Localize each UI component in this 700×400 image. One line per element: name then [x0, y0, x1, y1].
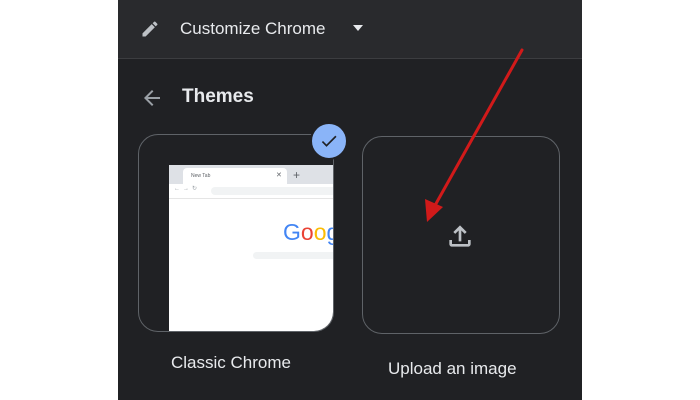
preview-omnibox — [211, 187, 333, 195]
arrow-back-icon[interactable] — [140, 86, 164, 110]
upload-icon — [449, 225, 471, 247]
classic-chrome-label: Classic Chrome — [171, 353, 291, 372]
classic-chrome-theme-card[interactable]: New Tab ✕ + ←→↻ Goog — [138, 134, 334, 332]
upload-image-label: Upload an image — [388, 359, 517, 378]
classic-chrome-preview: New Tab ✕ + ←→↻ Goog — [169, 165, 333, 331]
preview-new-tab-icon: + — [293, 168, 301, 182]
themes-heading: Themes — [182, 86, 254, 107]
preview-google-logo: Goog — [283, 219, 333, 245]
preview-nav-icons: ←→↻ — [174, 186, 201, 192]
preview-toolbar: ←→↻ — [169, 184, 333, 199]
customize-chrome-panel: Customize Chrome Themes New Tab ✕ + ←→↻ … — [118, 0, 582, 400]
panel-header: Customize Chrome — [118, 0, 582, 59]
panel-title: Customize Chrome — [180, 19, 326, 38]
pencil-icon — [142, 21, 158, 37]
preview-tab-close-icon: ✕ — [276, 172, 282, 179]
selected-check-icon — [310, 122, 348, 160]
caret-down-icon[interactable] — [352, 22, 364, 34]
preview-tabstrip: New Tab ✕ + — [169, 165, 333, 184]
preview-tab: New Tab — [183, 168, 287, 184]
preview-search-box — [253, 252, 333, 259]
